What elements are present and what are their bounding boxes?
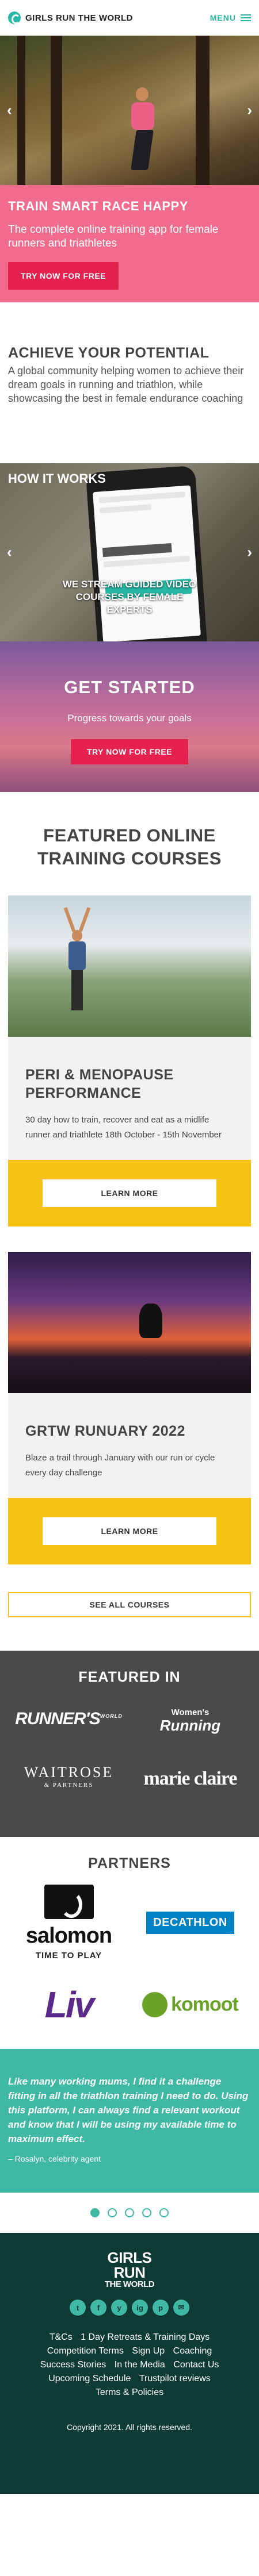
footer-link[interactable]: Trustpilot reviews	[139, 2372, 211, 2386]
site-header: GIRLS RUN THE WORLD MENU	[0, 0, 259, 36]
site-footer: GIRLS RUN THE WORLD t f y ig p ✉ T&Cs 1 …	[0, 2233, 259, 2494]
marie-claire-logo: marie claire	[143, 1768, 237, 1789]
get-started-text: Progress towards your goals	[67, 713, 192, 724]
how-it-works-slider: HOW IT WORKS WE STREAM GUIDED VIDEO COUR…	[0, 463, 259, 641]
get-started-try-free-button[interactable]: TRY NOW FOR FREE	[71, 739, 188, 764]
social-links: t f y ig p ✉	[8, 2300, 251, 2316]
footer-logo[interactable]: GIRLS RUN THE WORLD	[101, 2250, 158, 2289]
twitter-icon[interactable]: t	[70, 2300, 86, 2316]
pinterest-icon[interactable]: p	[153, 2300, 169, 2316]
course-body: GRTW RUNUARY 2022 Blaze a trail through …	[8, 1393, 251, 1498]
email-icon[interactable]: ✉	[173, 2300, 189, 2316]
how-it-works-title: HOW IT WORKS	[8, 471, 106, 486]
course-footer: LEARN MORE	[8, 1498, 251, 1564]
footer-link[interactable]: Competition Terms	[47, 2344, 124, 2358]
logo-mark-icon	[8, 11, 21, 24]
logo-text: GIRLS RUN THE WORLD	[25, 13, 133, 23]
site-logo[interactable]: GIRLS RUN THE WORLD	[8, 11, 133, 24]
hero-description: The complete online training app for fem…	[8, 224, 219, 249]
hero-prev-arrow-icon[interactable]: ‹	[7, 102, 12, 120]
footer-link[interactable]: In the Media	[115, 2358, 165, 2372]
pagination-dot[interactable]	[159, 2208, 169, 2217]
hero-slider: ‹ ›	[0, 36, 259, 185]
how-prev-arrow-icon[interactable]: ‹	[7, 544, 12, 562]
partners-section: PARTNERS salomon TIME TO PLAY DECATHLON …	[0, 1837, 259, 2049]
liv-logo[interactable]: Liv	[8, 1983, 130, 2026]
menu-label: MENU	[210, 13, 236, 22]
hero-try-free-button[interactable]: TRY NOW FOR FREE	[8, 262, 119, 290]
see-all-courses-button[interactable]: SEE ALL COURSES	[8, 1592, 251, 1617]
course-card: PERI & MENOPAUSE PERFORMANCE 30 day how …	[8, 895, 251, 1227]
hero-tree-decoration	[17, 36, 25, 185]
featured-courses-section: FEATURED ONLINE TRAINING COURSES PERI & …	[0, 792, 259, 1617]
waitrose-logo: WAITROSE & PARTNERS	[24, 1764, 114, 1789]
pagination-dot[interactable]	[108, 2208, 117, 2217]
hero-banner: TRAIN SMART RACE HAPPY The complete onli…	[0, 185, 259, 302]
footer-link[interactable]: Upcoming Schedule	[48, 2372, 131, 2386]
achieve-title: ACHIEVE YOUR POTENTIAL	[8, 345, 210, 361]
youtube-icon[interactable]: y	[111, 2300, 127, 2316]
get-started-title: GET STARTED	[64, 677, 195, 697]
testimonial-quote: Like many working mums, I find it a chal…	[8, 2076, 249, 2144]
course-image[interactable]	[8, 1252, 251, 1393]
footer-link[interactable]: 1 Day Retreats & Training Days	[81, 2331, 210, 2344]
footer-link[interactable]: Sign Up	[132, 2344, 165, 2358]
pagination-dot[interactable]	[142, 2208, 151, 2217]
how-it-works-caption: WE STREAM GUIDED VIDEO COURSES BY FEMALE…	[62, 579, 197, 615]
footer-link[interactable]: T&Cs	[49, 2331, 73, 2344]
testimonial-section: Like many working mums, I find it a chal…	[0, 2049, 259, 2193]
hamburger-icon	[241, 14, 251, 21]
footer-link[interactable]: Terms & Policies	[96, 2386, 163, 2400]
footer-link[interactable]: Success Stories	[40, 2358, 106, 2372]
course-description: 30 day how to train, recover and eat as …	[25, 1115, 222, 1140]
decathlon-logo[interactable]: DECATHLON	[130, 1911, 251, 1934]
get-started-section: GET STARTED Progress towards your goals …	[0, 641, 259, 792]
course-description: Blaze a trail through January with our r…	[25, 1453, 215, 1478]
achieve-section: ACHIEVE YOUR POTENTIAL A global communit…	[0, 302, 259, 463]
featured-in-section: FEATURED IN RUNNER'SWORLD Women's Running…	[0, 1651, 259, 1837]
learn-more-button[interactable]: LEARN MORE	[43, 1179, 216, 1207]
hero-runner-image	[125, 87, 160, 174]
course-body: PERI & MENOPAUSE PERFORMANCE 30 day how …	[8, 1037, 251, 1160]
course-image[interactable]	[8, 895, 251, 1037]
testimonial-author: – Rosalyn, celebrity agent	[8, 2154, 101, 2163]
hero-tree-decoration	[51, 36, 62, 185]
course-title: GRTW RUNUARY 2022	[25, 1423, 185, 1439]
testimonial-pagination	[0, 2193, 259, 2233]
hero-next-arrow-icon[interactable]: ›	[247, 102, 252, 120]
footer-links: T&Cs 1 Day Retreats & Training Days Comp…	[8, 2331, 251, 2400]
copyright-text: Copyright 2021. All rights reserved.	[67, 2423, 192, 2432]
featured-courses-title: FEATURED ONLINE TRAINING COURSES	[37, 825, 222, 868]
footer-link[interactable]: Coaching	[173, 2344, 212, 2358]
course-card: GRTW RUNUARY 2022 Blaze a trail through …	[8, 1252, 251, 1564]
hero-tree-decoration	[196, 36, 210, 185]
how-next-arrow-icon[interactable]: ›	[247, 544, 252, 562]
komoot-logo[interactable]: komoot	[130, 1992, 251, 2017]
course-footer: LEARN MORE	[8, 1160, 251, 1227]
womens-running-logo: Women's Running	[159, 1708, 221, 1734]
komoot-mark-icon	[142, 1992, 168, 2017]
menu-button[interactable]: MENU	[210, 13, 251, 22]
learn-more-button[interactable]: LEARN MORE	[43, 1517, 216, 1545]
featured-in-title: FEATURED IN	[78, 1669, 181, 1685]
hero-title: TRAIN SMART RACE HAPPY	[8, 199, 188, 213]
runners-world-logo: RUNNER'SWORLD	[15, 1709, 123, 1728]
footer-link[interactable]: Contact Us	[173, 2358, 219, 2372]
achieve-text: A global community helping women to achi…	[8, 365, 244, 404]
facebook-icon[interactable]: f	[90, 2300, 106, 2316]
pagination-dot[interactable]	[90, 2208, 100, 2217]
course-title: PERI & MENOPAUSE PERFORMANCE	[25, 1067, 174, 1101]
salomon-mark-icon	[44, 1885, 94, 1919]
partners-title: PARTNERS	[88, 1855, 171, 1871]
salomon-logo[interactable]: salomon TIME TO PLAY	[8, 1885, 130, 1960]
pagination-dot[interactable]	[125, 2208, 134, 2217]
instagram-icon[interactable]: ig	[132, 2300, 148, 2316]
